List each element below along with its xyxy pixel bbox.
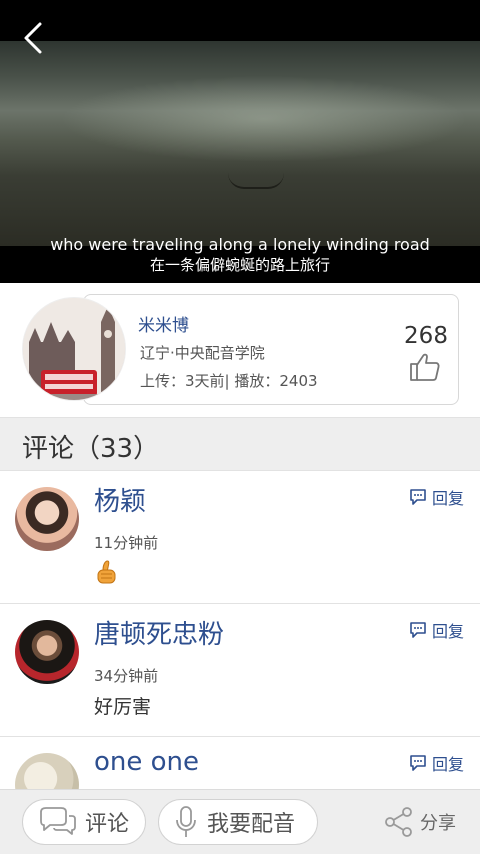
reply-button[interactable]: 回复	[409, 619, 464, 641]
avatar[interactable]	[15, 620, 79, 684]
reply-label: 回复	[432, 755, 465, 774]
back-button[interactable]	[18, 20, 50, 56]
likes-count: 268	[404, 323, 448, 349]
comments-count-title: 评论（33）	[22, 434, 160, 464]
dub-button[interactable]: 我要配音	[158, 799, 318, 845]
speech-bubble-icon	[410, 489, 426, 505]
reply-button[interactable]: 回复	[409, 752, 464, 774]
chat-bubbles-icon	[40, 807, 76, 835]
uploader-school: 辽宁·中央配音学院	[140, 344, 265, 362]
thumbs-up-icon	[410, 353, 440, 381]
share-label: 分享	[420, 813, 456, 834]
share-button[interactable]: 分享	[384, 806, 456, 838]
reply-button[interactable]: 回复	[409, 486, 464, 508]
subtitle-chinese: 在一条偏僻蜿蜒的路上旅行	[149, 256, 330, 274]
microphone-icon	[176, 806, 196, 837]
comment-time: 11分钟前	[94, 534, 159, 552]
dub-button-label: 我要配音	[207, 812, 296, 837]
uploader-avatar[interactable]	[22, 297, 126, 401]
london-scene-image	[23, 298, 125, 400]
subtitle-english: who were traveling along a lonely windin…	[50, 235, 430, 254]
upload-stats: 上传：3天前| 播放：2403	[140, 372, 318, 390]
reply-label: 回复	[432, 622, 465, 641]
comment-button[interactable]: 评论	[22, 799, 146, 845]
video-player[interactable]: who were traveling along a lonely windin…	[0, 0, 480, 283]
commenter-name[interactable]: 唐顿死忠粉	[94, 614, 224, 651]
reply-label: 回复	[432, 489, 465, 508]
share-icon	[385, 807, 412, 837]
commenter-name[interactable]: one one	[94, 747, 199, 777]
comment-time: 34分钟前	[94, 667, 159, 685]
video-scene-detail	[228, 173, 284, 189]
comment-button-label: 评论	[85, 812, 130, 837]
speech-bubble-icon	[410, 622, 426, 638]
comment-item: 杨颖 11分钟前 回复	[0, 471, 480, 604]
avatar[interactable]	[15, 487, 79, 551]
uploader-name[interactable]: 米米博	[138, 311, 189, 336]
video-frame[interactable]	[0, 41, 480, 246]
chevron-left-icon	[24, 22, 42, 54]
comments-header: 评论（33）	[0, 417, 480, 471]
comment-item: 唐顿死忠粉 34分钟前 好厉害 回复	[0, 604, 480, 737]
commenter-name[interactable]: 杨颖	[94, 481, 146, 518]
video-subtitles: who were traveling along a lonely windin…	[0, 234, 480, 275]
comment-text: 好厉害	[94, 696, 152, 718]
bottom-action-bar: 评论 我要配音 分享	[0, 789, 480, 854]
speech-bubble-icon	[410, 755, 426, 771]
thumbs-up-emoji-icon	[96, 559, 118, 585]
like-button[interactable]	[408, 352, 442, 382]
